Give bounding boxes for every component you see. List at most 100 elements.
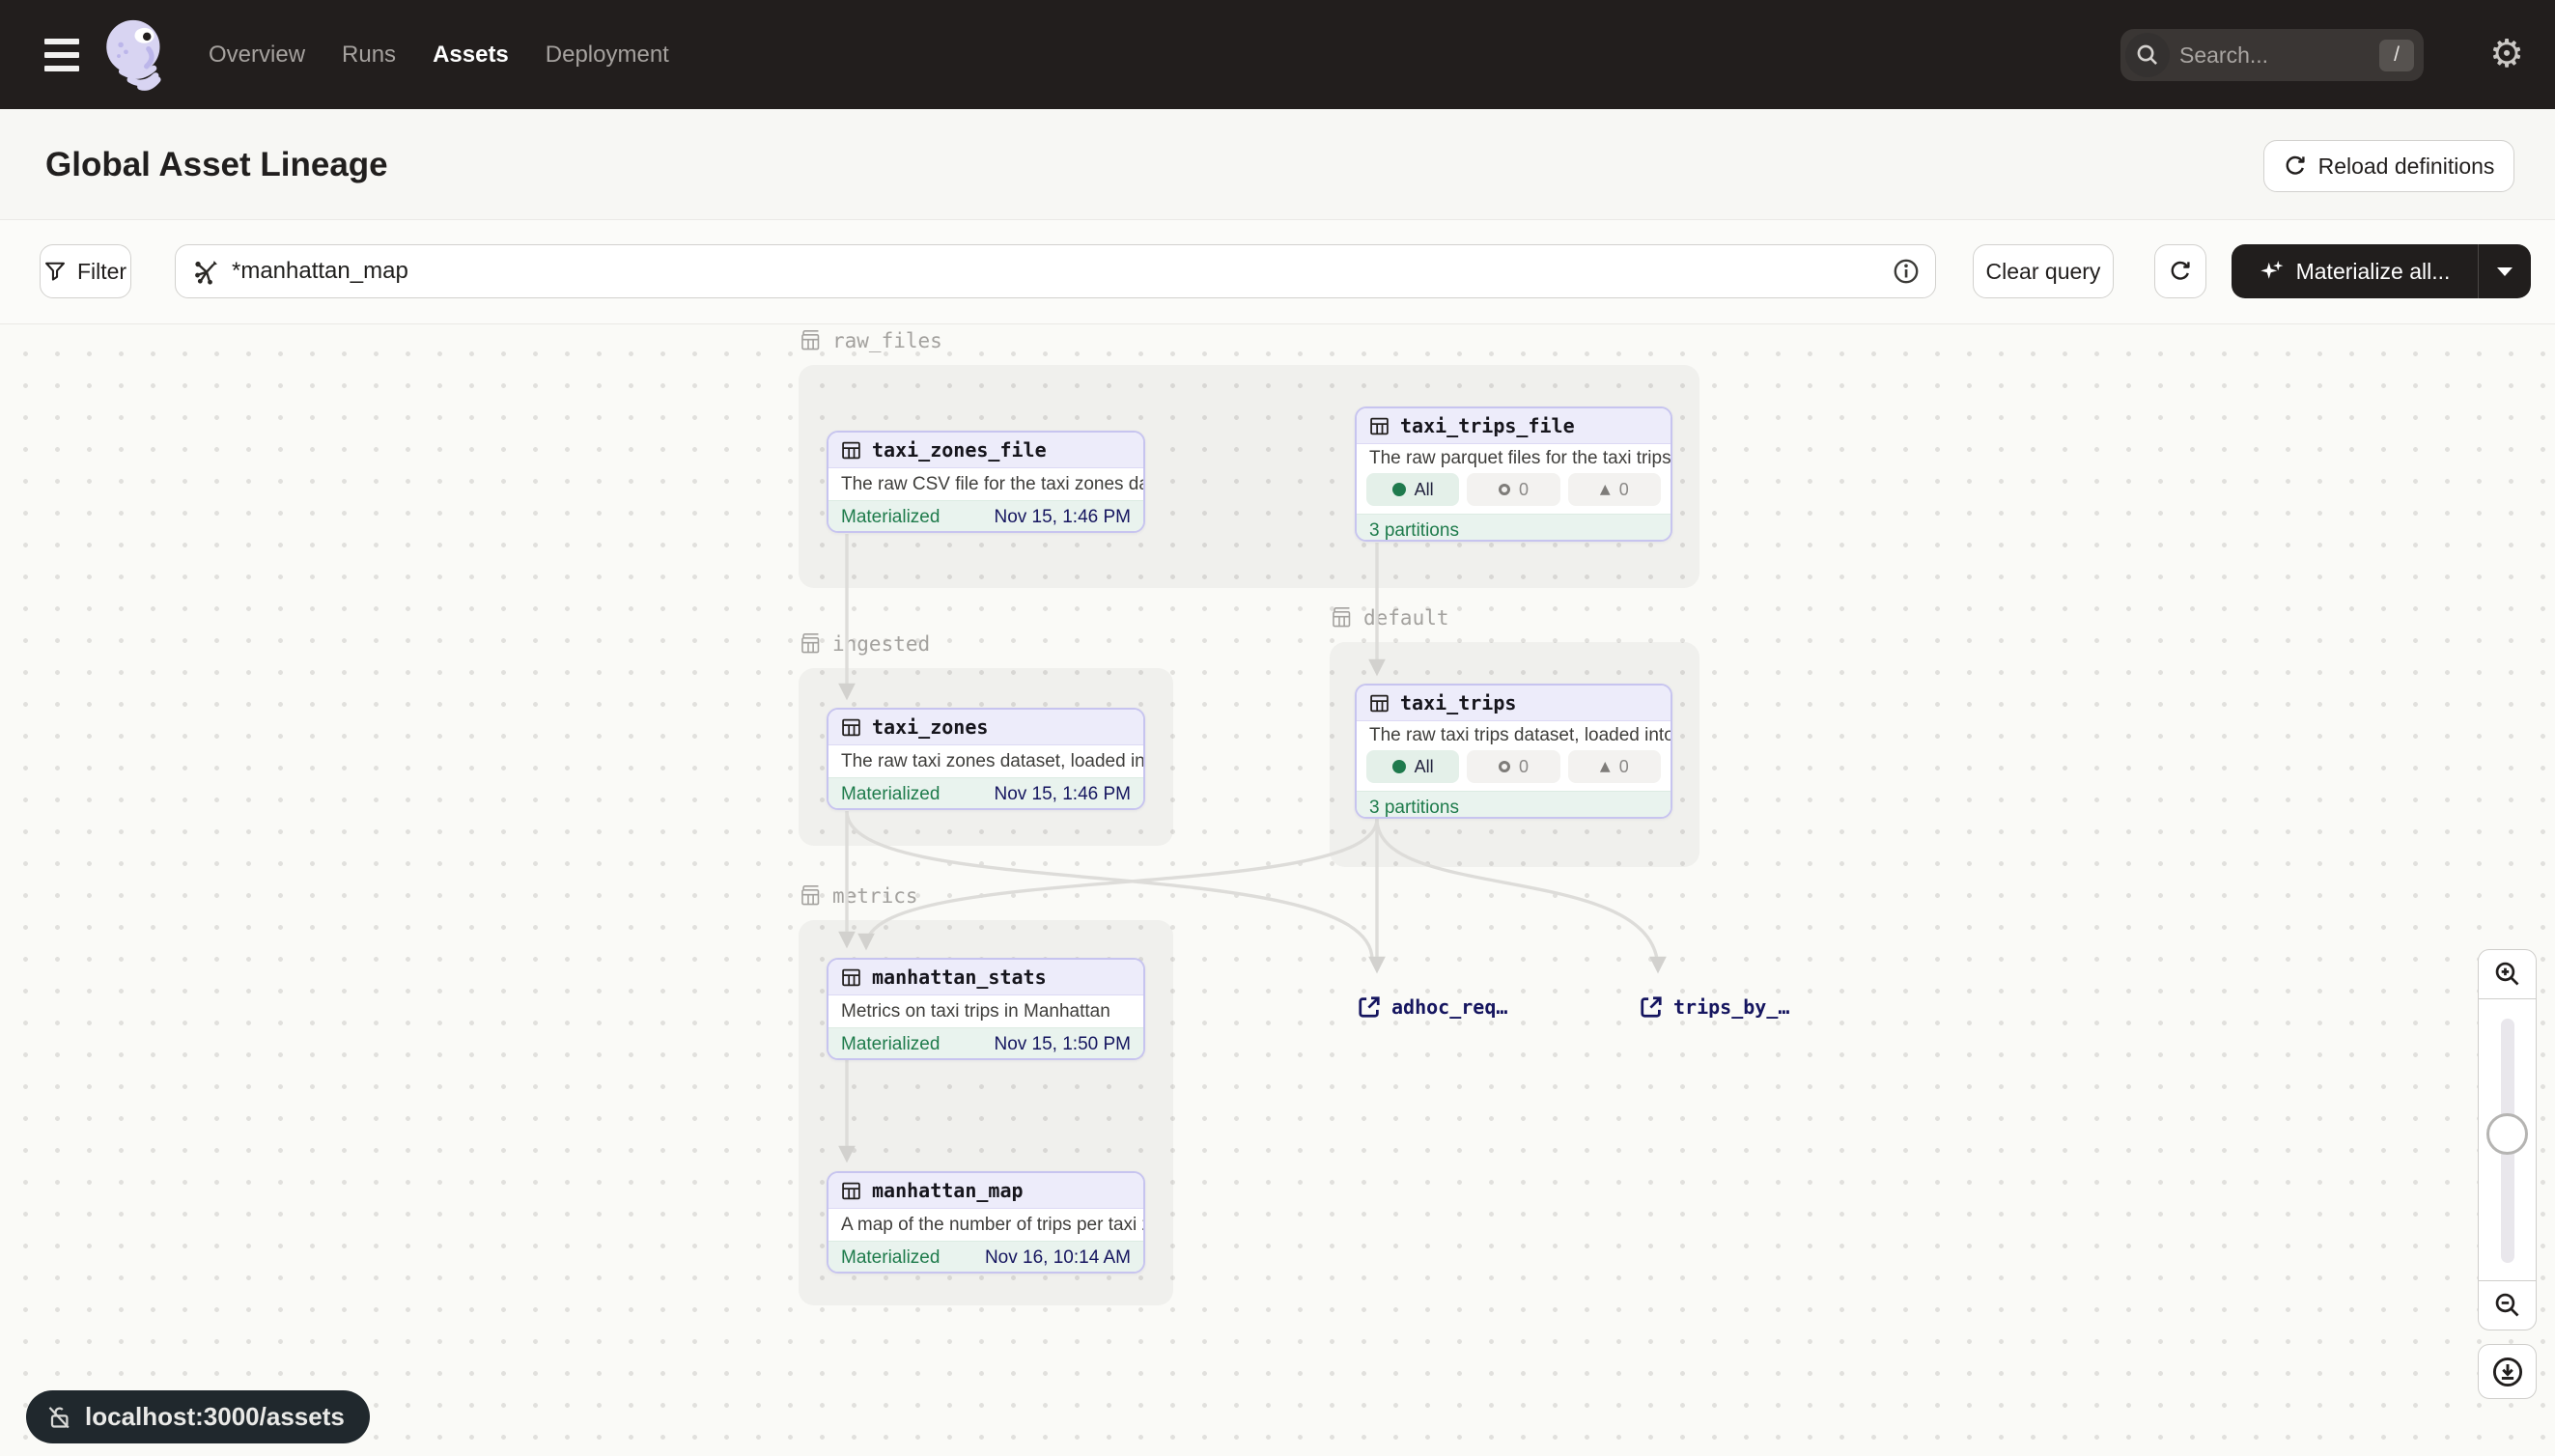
badge-value: All: [1415, 757, 1434, 777]
clear-query-label: Clear query: [1986, 259, 2101, 285]
search-shortcut-key: /: [2379, 40, 2414, 71]
external-asset-label: adhoc_req…: [1391, 995, 1507, 1019]
refresh-icon: [2169, 260, 2192, 283]
partitions-missing-badge[interactable]: 0: [1467, 750, 1559, 783]
external-link-icon: [1639, 994, 1664, 1020]
partitions-materialized-badge[interactable]: All: [1366, 750, 1459, 783]
materialized-status: Materialized: [841, 1034, 940, 1055]
page-header: Global Asset Lineage Reload definitions: [0, 109, 2555, 220]
materialize-all-label: Materialize all...: [2296, 259, 2451, 285]
filled-dot-icon: [1392, 760, 1406, 773]
asset-name: taxi_trips: [1400, 691, 1516, 714]
asset-description: The raw taxi zones dataset, loaded int..…: [828, 745, 1143, 777]
nav-item-runs[interactable]: Runs: [342, 42, 396, 69]
materialized-status: Materialized: [841, 507, 940, 528]
materialized-timestamp[interactable]: Nov 15, 1:46 PM: [994, 507, 1131, 528]
triangle-icon: ▲: [1600, 482, 1611, 497]
zoom-slider-handle[interactable]: [2486, 1113, 2528, 1155]
materialized-timestamp[interactable]: Nov 15, 1:50 PM: [994, 1034, 1131, 1055]
badge-value: 0: [1519, 480, 1529, 500]
nav-links: Overview Runs Assets Deployment: [209, 42, 669, 69]
search-icon: [2125, 33, 2170, 77]
lineage-query-icon: [193, 258, 220, 285]
reload-definitions-button[interactable]: Reload definitions: [2263, 140, 2514, 192]
browser-url-overlay: localhost:3000/assets: [26, 1390, 370, 1443]
reload-definitions-label: Reload definitions: [2318, 154, 2495, 180]
asset-name: taxi_trips_file: [1400, 414, 1575, 437]
triangle-icon: ▲: [1600, 759, 1611, 774]
lineage-toolbar: Filter: [0, 220, 2555, 324]
asset-node-taxi_zones_file[interactable]: taxi_zones_file The raw CSV file for the…: [827, 431, 1145, 533]
nav-item-assets[interactable]: Assets: [433, 42, 509, 69]
url-text: localhost:3000/assets: [85, 1402, 345, 1432]
asset-node-taxi_trips[interactable]: taxi_trips The raw taxi trips dataset, l…: [1355, 684, 1672, 819]
partitions-materialized-badge[interactable]: All: [1366, 473, 1459, 506]
refresh-graph-button[interactable]: [2154, 244, 2206, 298]
zoom-in-icon: [2493, 960, 2522, 989]
zoom-slider[interactable]: [2478, 998, 2537, 1281]
badge-value: 0: [1519, 757, 1529, 777]
partitions-summary: 3 partitions: [1369, 798, 1459, 819]
asset-name: taxi_zones_file: [872, 438, 1047, 462]
asset-node-manhattan_stats[interactable]: manhattan_stats Metrics on taxi trips in…: [827, 958, 1145, 1060]
external-asset-trips_by[interactable]: trips_by_…: [1639, 994, 1789, 1020]
dagster-app: Overview Runs Assets Deployment / ⚙ Glob…: [0, 0, 2555, 1456]
settings-gear-icon[interactable]: ⚙: [2485, 27, 2528, 81]
external-asset-adhoc_request[interactable]: adhoc_req…: [1357, 994, 1507, 1020]
table-icon: [841, 440, 861, 461]
download-icon: [2491, 1356, 2524, 1388]
partitions-missing-badge[interactable]: 0: [1467, 473, 1559, 506]
zoom-controls: [2478, 949, 2537, 1330]
search-input[interactable]: [2179, 42, 2379, 69]
asset-selection-input-wrap: [175, 244, 1936, 298]
asset-description: The raw CSV file for the taxi zones dat.…: [828, 468, 1143, 500]
materialized-status: Materialized: [841, 784, 940, 805]
materialized-status: Materialized: [841, 1247, 940, 1269]
table-icon: [841, 1181, 861, 1201]
download-view-button[interactable]: [2478, 1344, 2537, 1399]
zoom-out-button[interactable]: [2478, 1280, 2537, 1330]
page-title: Global Asset Lineage: [45, 146, 388, 184]
asset-node-manhattan_map[interactable]: manhattan_map A map of the number of tri…: [827, 1171, 1145, 1274]
zoom-in-button[interactable]: [2478, 949, 2537, 999]
external-asset-label: trips_by_…: [1673, 995, 1789, 1019]
filter-label: Filter: [77, 259, 126, 285]
asset-selection-input[interactable]: [232, 258, 1893, 285]
materialize-all-button[interactable]: Materialize all...: [2232, 244, 2531, 298]
reload-icon: [2284, 154, 2307, 178]
ring-icon: [1499, 761, 1510, 772]
table-icon: [1369, 416, 1390, 436]
global-search[interactable]: /: [2120, 29, 2424, 81]
badge-value: 0: [1619, 757, 1629, 777]
asset-description: The raw parquet files for the taxi trips…: [1357, 444, 1671, 473]
lineage-edges: [0, 324, 2555, 1456]
materialize-all-main[interactable]: Materialize all...: [2232, 244, 2478, 298]
table-icon: [1369, 693, 1390, 714]
lineage-canvas[interactable]: raw_files ingested default: [0, 324, 2555, 1456]
asset-node-taxi_zones[interactable]: taxi_zones The raw taxi zones dataset, l…: [827, 708, 1145, 810]
nav-item-overview[interactable]: Overview: [209, 42, 305, 69]
asset-name: manhattan_stats: [872, 966, 1047, 989]
nav-item-deployment[interactable]: Deployment: [546, 42, 669, 69]
asset-description: Metrics on taxi trips in Manhattan: [828, 995, 1143, 1027]
funnel-icon: [44, 261, 66, 282]
partitions-failed-badge[interactable]: ▲ 0: [1568, 750, 1661, 783]
badge-value: 0: [1619, 480, 1629, 500]
dagster-logo-icon[interactable]: [102, 17, 168, 93]
info-icon[interactable]: [1893, 258, 1920, 285]
partitions-failed-badge[interactable]: ▲ 0: [1568, 473, 1661, 506]
clear-query-button[interactable]: Clear query: [1973, 244, 2114, 298]
menu-icon[interactable]: [44, 39, 79, 71]
sparkle-icon: [2260, 259, 2285, 284]
asset-node-taxi_trips_file[interactable]: taxi_trips_file The raw parquet files fo…: [1355, 406, 1672, 542]
chevron-down-icon: [2497, 267, 2513, 276]
materialize-dropdown-button[interactable]: [2479, 244, 2531, 298]
asset-name: manhattan_map: [872, 1179, 1024, 1202]
partition-badges: All 0 ▲ 0: [1357, 473, 1671, 506]
materialized-timestamp[interactable]: Nov 15, 1:46 PM: [994, 784, 1131, 805]
partitions-summary: 3 partitions: [1369, 520, 1459, 542]
top-nav: Overview Runs Assets Deployment / ⚙: [0, 0, 2555, 109]
filter-button[interactable]: Filter: [40, 244, 131, 298]
materialized-timestamp[interactable]: Nov 16, 10:14 AM: [985, 1247, 1131, 1269]
asset-description: A map of the number of trips per taxi z.…: [828, 1209, 1143, 1241]
